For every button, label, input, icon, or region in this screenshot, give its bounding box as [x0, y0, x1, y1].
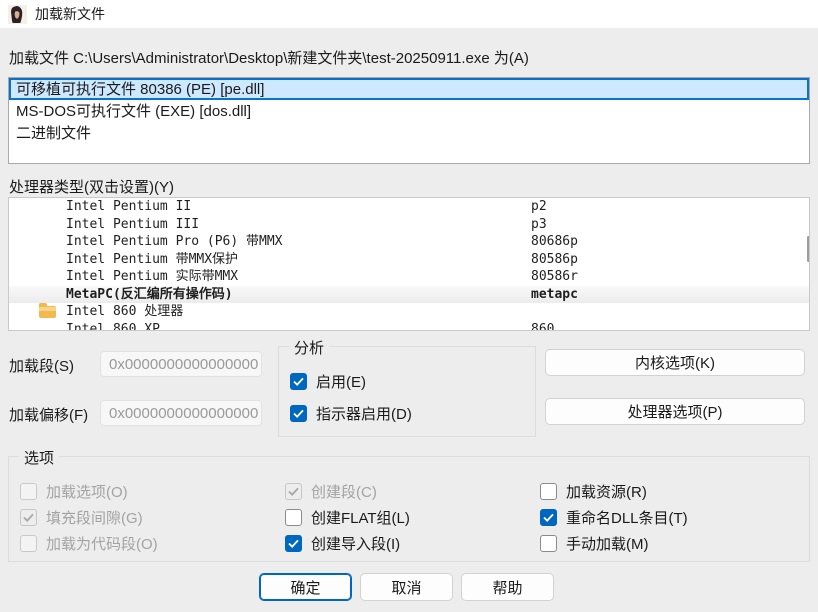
checkbox-icon	[285, 509, 302, 526]
format-item-binary[interactable]: 二进制文件	[9, 122, 809, 144]
processor-name: Intel Pentium Pro (P6) 带MMX	[66, 233, 283, 251]
checkbox-label: 填充段间隙(G)	[46, 507, 143, 528]
processor-row[interactable]: Intel Pentium III p3	[9, 216, 809, 234]
checkbox-icon	[285, 535, 302, 552]
processor-listbox: Intel Pentium II p2 Intel Pentium III p3…	[8, 197, 810, 331]
cancel-button[interactable]: 取消	[360, 573, 453, 601]
processor-name: Intel 860 XP	[66, 321, 160, 332]
load-file-path-label: 加载文件 C:\Users\Administrator\Desktop\新建文件…	[9, 47, 529, 68]
checkbox-loading-options[interactable]: 加载选项(O)	[20, 481, 128, 501]
checkbox-icon	[20, 483, 37, 500]
load-offset-input[interactable]	[100, 400, 262, 426]
folder-icon	[39, 306, 56, 318]
processor-code: p3	[531, 216, 547, 234]
processor-code: 80586r	[531, 268, 578, 286]
checkbox-fill-segment-gaps[interactable]: 填充段间隙(G)	[20, 507, 143, 527]
checkbox-icon	[540, 535, 557, 552]
processor-code: metapc	[531, 286, 578, 304]
checkbox-load-as-code-segment[interactable]: 加载为代码段(O)	[20, 533, 158, 553]
processor-row-clipped[interactable]: Intel 860 XP 860	[9, 321, 809, 332]
checkbox-label: 创建FLAT组(L)	[311, 507, 410, 528]
processor-row-group[interactable]: Intel 860 处理器	[9, 303, 809, 321]
checkbox-indicator-enable[interactable]: 指示器启用(D)	[290, 403, 412, 423]
checkbox-label: 加载资源(R)	[566, 481, 647, 502]
ok-button[interactable]: 确定	[259, 573, 352, 601]
checkbox-icon	[20, 509, 37, 526]
checkbox-icon	[290, 405, 307, 422]
processor-name: Intel Pentium 带MMX保护	[66, 251, 238, 269]
checkbox-label: 创建段(C)	[311, 481, 377, 502]
processor-name: MetaPC(反汇编所有操作码)	[66, 286, 233, 304]
processor-code: p2	[531, 198, 547, 216]
options-group-title: 选项	[19, 447, 59, 468]
load-segment-input[interactable]	[100, 351, 262, 377]
processor-row[interactable]: Intel Pentium II p2	[9, 198, 809, 216]
checkbox-create-imports-segment[interactable]: 创建导入段(I)	[285, 533, 400, 553]
processor-row[interactable]: Intel Pentium Pro (P6) 带MMX 80686p	[9, 233, 809, 251]
ida-app-icon	[8, 5, 27, 24]
checkbox-manual-load[interactable]: 手动加载(M)	[540, 533, 649, 553]
processor-row[interactable]: Intel Pentium 带MMX保护 80586p	[9, 251, 809, 269]
checkbox-create-segments[interactable]: 创建段(C)	[285, 481, 377, 501]
checkbox-icon	[540, 509, 557, 526]
checkbox-label: 加载为代码段(O)	[46, 533, 158, 554]
checkbox-icon	[290, 373, 307, 390]
processor-name: Intel Pentium III	[66, 216, 199, 234]
file-format-listbox: 可移植可执行文件 80386 (PE) [pe.dll] MS-DOS可执行文件…	[8, 77, 810, 164]
processor-options-button[interactable]: 处理器选项(P)	[545, 398, 805, 425]
processor-name: Intel 860 处理器	[66, 303, 183, 321]
checkbox-label: 创建导入段(I)	[311, 533, 400, 554]
checkbox-create-flat-group[interactable]: 创建FLAT组(L)	[285, 507, 410, 527]
processor-name: Intel Pentium 实际带MMX	[66, 268, 238, 286]
analysis-group-title: 分析	[289, 337, 329, 358]
checkbox-label: 重命名DLL条目(T)	[566, 507, 688, 528]
checkbox-label: 加载选项(O)	[46, 481, 128, 502]
scrollbar-thumb[interactable]	[807, 236, 810, 262]
checkbox-label: 指示器启用(D)	[316, 403, 412, 424]
checkbox-rename-dll-entries[interactable]: 重命名DLL条目(T)	[540, 507, 688, 527]
checkbox-analysis-enable[interactable]: 启用(E)	[290, 371, 366, 391]
dialog-title: 加载新文件	[35, 4, 105, 24]
format-item-pe[interactable]: 可移植可执行文件 80386 (PE) [pe.dll]	[9, 78, 809, 100]
processor-code: 860	[531, 321, 554, 332]
checkbox-icon	[540, 483, 557, 500]
processor-code: 80586p	[531, 251, 578, 269]
checkbox-load-resources[interactable]: 加载资源(R)	[540, 481, 647, 501]
load-new-file-dialog: 加载新文件 加载文件 C:\Users\Administrator\Deskto…	[0, 0, 818, 612]
checkbox-label: 启用(E)	[316, 371, 366, 392]
kernel-options-button[interactable]: 内核选项(K)	[545, 349, 805, 376]
checkbox-icon	[285, 483, 302, 500]
processor-name: Intel Pentium II	[66, 198, 191, 216]
processor-row-metapc-selected[interactable]: MetaPC(反汇编所有操作码) metapc	[9, 286, 809, 304]
format-item-msdos[interactable]: MS-DOS可执行文件 (EXE) [dos.dll]	[9, 100, 809, 122]
checkbox-label: 手动加载(M)	[566, 533, 649, 554]
processor-code: 80686p	[531, 233, 578, 251]
processor-row[interactable]: Intel Pentium 实际带MMX 80586r	[9, 268, 809, 286]
checkbox-icon	[20, 535, 37, 552]
processor-type-label: 处理器类型(双击设置)(Y)	[9, 176, 174, 197]
load-segment-label: 加载段(S)	[9, 355, 74, 376]
title-bar: 加载新文件	[0, 0, 818, 28]
help-button[interactable]: 帮助	[461, 573, 554, 601]
load-offset-label: 加载偏移(F)	[9, 404, 88, 425]
